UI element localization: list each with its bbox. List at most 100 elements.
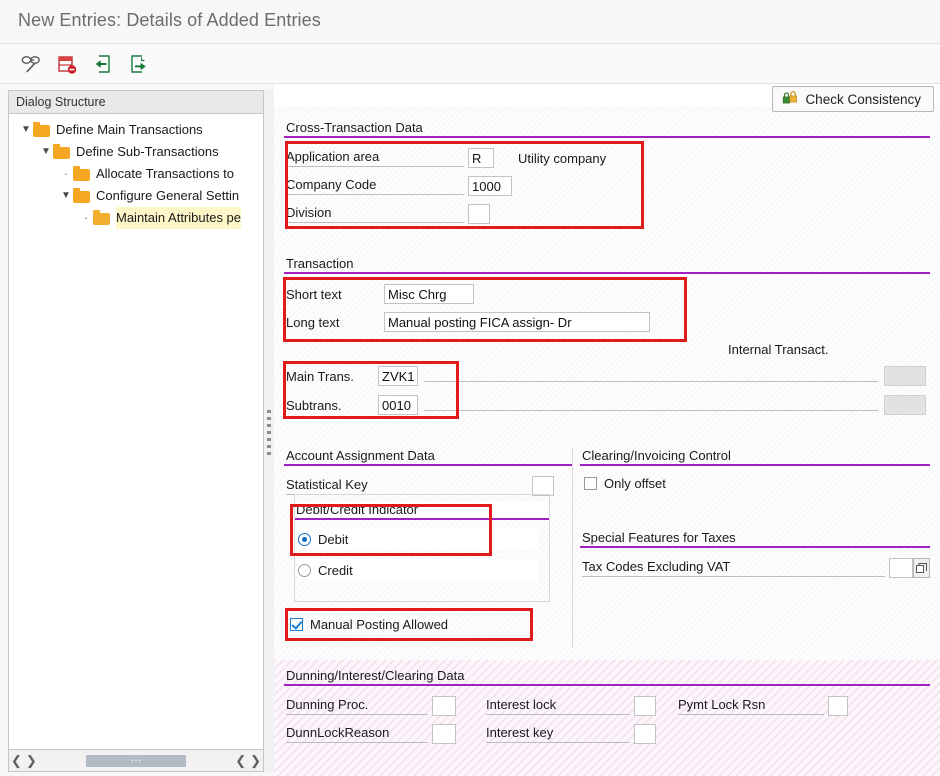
long-text-row: Long text Manual posting FICA assign- Dr: [286, 312, 650, 332]
only-offset-row[interactable]: Only offset: [584, 476, 666, 491]
tree-item-label: Define Sub-Transactions: [76, 144, 219, 159]
dunn-lock-reason-input[interactable]: [432, 724, 456, 744]
only-offset-checkbox[interactable]: [584, 477, 597, 490]
clearing-invoicing-panel: Clearing/Invoicing Control: [580, 448, 930, 466]
folder-icon: [73, 165, 90, 181]
long-text-label: Long text: [286, 314, 340, 330]
company-code-row: Company Code 1000: [286, 176, 646, 196]
details-form: Check Consistency Cross-Transaction Data…: [274, 84, 940, 776]
division-input[interactable]: [468, 204, 490, 224]
subtrans-input[interactable]: 0010: [378, 395, 418, 415]
application-area-description: Utility company: [518, 150, 607, 166]
panel-splitter[interactable]: [264, 90, 274, 772]
panel-divider: [284, 464, 572, 466]
short-text-label: Short text: [286, 286, 342, 302]
tree-item-label: Maintain Attributes pe: [116, 207, 242, 229]
consistency-locks-icon: [782, 90, 798, 108]
application-area-row: Application area R Utility company: [286, 148, 646, 168]
tree-item-define-main-transactions[interactable]: ▼ Define Main Transactions: [9, 119, 263, 141]
tree-horizontal-scrollbar[interactable]: ❮ ❯ ❮ ❯: [8, 750, 264, 772]
delete-entry-icon[interactable]: [52, 50, 82, 78]
division-row: Division: [286, 204, 646, 224]
long-text-input[interactable]: Manual posting FICA assign- Dr: [384, 312, 650, 332]
panel-divider: [580, 546, 930, 548]
pymt-lock-rsn-row: Pymt Lock Rsn: [678, 696, 848, 716]
subtrans-label: Subtrans.: [286, 397, 342, 413]
pymt-lock-rsn-input[interactable]: [828, 696, 848, 716]
tree-item-maintain-attributes[interactable]: · Maintain Attributes pe: [9, 207, 263, 229]
dunning-proc-row: Dunning Proc.: [286, 696, 456, 716]
subtrans-rule: [424, 399, 878, 411]
column-divider: [572, 448, 573, 648]
next-entry-icon[interactable]: [124, 50, 154, 78]
chevron-left-icon[interactable]: ❮: [235, 753, 246, 769]
dialog-structure-title: Dialog Structure: [9, 91, 263, 114]
short-text-row: Short text Misc Chrg: [286, 284, 474, 304]
subtrans-row: Subtrans. 0010: [286, 395, 926, 415]
chevron-left-icon[interactable]: ❮: [11, 753, 22, 769]
panel-divider: [284, 136, 930, 138]
tree-item-configure-general-settings[interactable]: ▼ Configure General Settin: [9, 185, 263, 207]
internal-transact-header: Internal Transact.: [728, 342, 828, 357]
manual-posting-label: Manual Posting Allowed: [310, 617, 449, 632]
application-toolbar: [0, 44, 940, 84]
chevron-down-icon[interactable]: ▼: [19, 119, 33, 141]
dunn-lock-reason-label: DunnLockReason: [286, 725, 428, 743]
application-area-input[interactable]: R: [468, 148, 494, 168]
chevron-down-icon[interactable]: ▼: [39, 141, 53, 163]
internal-transact-label: Internal Transact.: [728, 342, 829, 357]
main-trans-input[interactable]: ZVK1: [378, 366, 418, 386]
tax-codes-excluding-vat-input[interactable]: [889, 558, 913, 578]
dialog-structure-tree: ▼ Define Main Transactions ▼ Define Sub-…: [9, 114, 263, 748]
check-consistency-button[interactable]: Check Consistency: [772, 86, 934, 112]
folder-icon: [73, 187, 90, 203]
statistical-key-input[interactable]: [532, 476, 554, 496]
chevron-right-icon[interactable]: ❯: [26, 753, 37, 769]
interest-lock-input[interactable]: [634, 696, 656, 716]
tree-item-define-sub-transactions[interactable]: ▼ Define Sub-Transactions: [9, 141, 263, 163]
panel-divider: [284, 684, 930, 686]
account-assignment-title: Account Assignment Data: [286, 448, 435, 463]
division-label: Division: [286, 205, 464, 223]
tree-item-label: Configure General Settin: [96, 188, 240, 203]
sap-details-screen: New Entries: Details of Added Entries Di…: [0, 0, 940, 776]
manual-posting-allowed-row[interactable]: Manual Posting Allowed: [290, 617, 448, 632]
chevron-down-icon[interactable]: ▼: [59, 185, 73, 207]
scroll-right-arrows[interactable]: ❮ ❯: [235, 753, 261, 769]
folder-icon: [33, 121, 50, 137]
cross-transaction-data-panel: Cross-Transaction Data: [284, 120, 930, 138]
page-title: New Entries: Details of Added Entries: [18, 10, 321, 30]
scroll-left-arrows[interactable]: ❮ ❯: [11, 753, 37, 769]
company-code-input[interactable]: 1000: [468, 176, 512, 196]
main-trans-rule: [424, 370, 878, 382]
subtrans-internal-input: [884, 395, 926, 415]
tree-item-allocate-transactions[interactable]: · Allocate Transactions to: [9, 163, 263, 185]
dunning-proc-label: Dunning Proc.: [286, 697, 428, 715]
scrollbar-thumb[interactable]: [86, 754, 186, 767]
chevron-right-icon[interactable]: ❯: [250, 753, 261, 769]
statistical-key-row: Statistical Key: [286, 476, 554, 496]
short-text-input[interactable]: Misc Chrg: [384, 284, 474, 304]
tree-item-label: Allocate Transactions to: [96, 166, 235, 181]
interest-key-input[interactable]: [634, 724, 656, 744]
special-taxes-panel: Special Features for Taxes: [580, 530, 930, 548]
transaction-panel: Transaction: [284, 256, 930, 274]
previous-entry-icon[interactable]: [88, 50, 118, 78]
pymt-lock-rsn-label: Pymt Lock Rsn: [678, 697, 824, 715]
special-taxes-title: Special Features for Taxes: [582, 530, 736, 545]
account-assignment-panel: Account Assignment Data: [284, 448, 572, 466]
tax-codes-excluding-vat-label: Tax Codes Excluding VAT: [582, 559, 885, 577]
debit-credit-group-border: [294, 494, 550, 602]
manual-posting-checkbox[interactable]: [290, 618, 303, 631]
bullet-icon: ·: [63, 166, 69, 181]
main-trans-row: Main Trans. ZVK1: [286, 366, 926, 386]
panel-divider: [284, 272, 930, 274]
bullet-icon: ·: [83, 210, 89, 225]
dunning-proc-input[interactable]: [432, 696, 456, 716]
value-help-icon[interactable]: [913, 558, 930, 578]
window-titlebar: New Entries: Details of Added Entries: [0, 0, 940, 44]
interest-lock-label: Interest lock: [486, 697, 630, 715]
display-change-icon[interactable]: [16, 50, 46, 78]
interest-key-row: Interest key: [486, 724, 656, 744]
splitter-grip-icon[interactable]: [267, 410, 271, 456]
